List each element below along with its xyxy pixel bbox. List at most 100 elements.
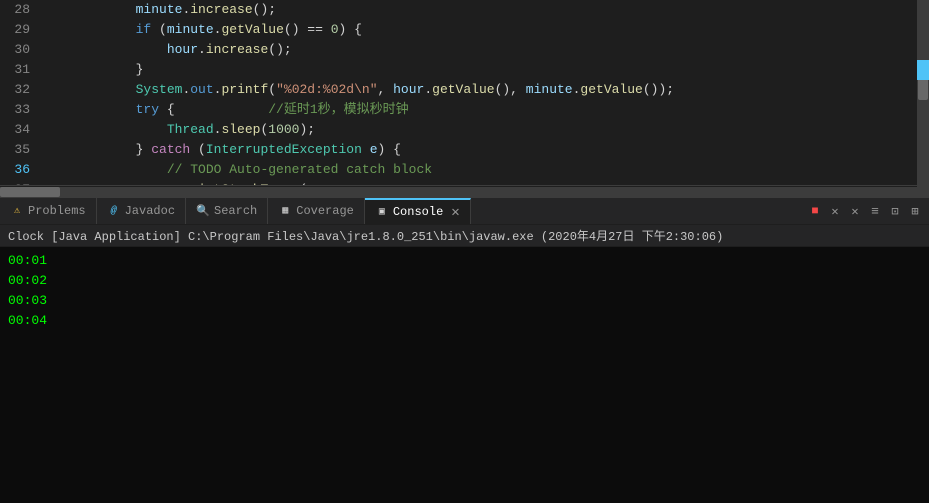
- code-token: catch: [151, 142, 190, 157]
- console-icon: ▣: [375, 205, 389, 219]
- code-token: out: [190, 82, 213, 97]
- line-numbers: 28 29 30 31 32 33 34 35 36 37: [0, 0, 38, 185]
- tab-search[interactable]: 🔍 Search: [186, 198, 268, 224]
- code-token: ,: [378, 82, 394, 97]
- code-token: (: [268, 82, 276, 97]
- console-output: 00:01 00:02 00:03 00:04: [0, 247, 929, 503]
- line-num-32: 32: [4, 80, 30, 100]
- code-token: Thread: [167, 122, 214, 137]
- code-token: ) {: [339, 22, 362, 37]
- console-line-2: 00:02: [8, 271, 921, 291]
- code-token: {: [159, 102, 268, 117]
- tab-coverage[interactable]: ▦ Coverage: [268, 198, 365, 224]
- code-token: 1000: [268, 122, 299, 137]
- line-num-34: 34: [4, 120, 30, 140]
- line-num-37: 37: [4, 180, 30, 185]
- code-token: (: [299, 182, 307, 185]
- code-hint-marker: [917, 60, 929, 80]
- code-token: [42, 42, 167, 57]
- line-num-36: 36: [4, 160, 30, 180]
- code-token: getValue: [432, 82, 494, 97]
- tab-console-close[interactable]: ✕: [451, 204, 459, 221]
- code-token: ();: [268, 42, 291, 57]
- code-token: e: [167, 182, 175, 185]
- code-token: try: [136, 102, 159, 117]
- remove-launch-button[interactable]: ✕: [827, 203, 843, 219]
- console-line-4: 00:04: [8, 311, 921, 331]
- scrollbar-corner: [917, 186, 929, 198]
- tab-search-label: Search: [214, 204, 257, 218]
- line-num-31: 31: [4, 60, 30, 80]
- code-token: [42, 22, 136, 37]
- tab-problems-label: Problems: [28, 204, 86, 218]
- code-token: //延时1秒，模拟秒时钟: [268, 102, 408, 117]
- tab-actions: ■ ✕ ✕ ≡ ⊡ ⊞: [801, 198, 929, 224]
- code-line-33: try { //延时1秒，模拟秒时钟: [42, 100, 913, 120]
- line-num-35: 35: [4, 140, 30, 160]
- pin-console-button[interactable]: ⊡: [887, 203, 903, 219]
- code-token: hour: [167, 42, 198, 57]
- scrollbar-track-h[interactable]: [0, 187, 917, 197]
- code-lines: minute.increase(); if (minute.getValue()…: [38, 0, 917, 185]
- tab-bar: ⚠ Problems @ Javadoc 🔍 Search ▦ Coverage…: [0, 197, 929, 225]
- code-line-28: minute.increase();: [42, 0, 913, 20]
- tab-console-label: Console: [393, 205, 443, 219]
- code-line-37: e.printStackTrace(: [42, 180, 913, 185]
- code-token: System: [136, 82, 183, 97]
- main-container: 28 29 30 31 32 33 34 35 36 37 minute.inc…: [0, 0, 929, 503]
- code-token: [42, 182, 167, 185]
- code-token: [362, 142, 370, 157]
- code-line-30: hour.increase();: [42, 40, 913, 60]
- tab-problems[interactable]: ⚠ Problems: [0, 198, 97, 224]
- clear-console-button[interactable]: ✕: [847, 203, 863, 219]
- code-token: ) {: [378, 142, 401, 157]
- code-line-34: Thread.sleep(1000);: [42, 120, 913, 140]
- tab-coverage-label: Coverage: [296, 204, 354, 218]
- line-num-33: 33: [4, 100, 30, 120]
- code-token: .: [424, 82, 432, 97]
- code-line-35: } catch (InterruptedException e) {: [42, 140, 913, 160]
- code-token: }: [42, 142, 151, 157]
- horizontal-scrollbar[interactable]: [0, 185, 929, 197]
- code-token: [42, 162, 167, 177]
- code-token: (: [151, 22, 167, 37]
- stop-button[interactable]: ■: [807, 203, 823, 219]
- code-token: ==: [307, 22, 323, 37]
- search-icon: 🔍: [196, 204, 210, 218]
- tab-javadoc[interactable]: @ Javadoc: [97, 198, 186, 224]
- line-num-30: 30: [4, 40, 30, 60]
- code-token: (: [190, 142, 206, 157]
- code-token: printf: [221, 82, 268, 97]
- view-menu-button[interactable]: ⊞: [907, 203, 923, 219]
- code-token: // TODO Auto-generated catch block: [167, 162, 432, 177]
- code-token: sleep: [221, 122, 260, 137]
- vertical-scrollbar[interactable]: [917, 0, 929, 185]
- scrollbar-thumb-h[interactable]: [0, 187, 60, 197]
- code-token: .: [198, 42, 206, 57]
- console-line-3: 00:03: [8, 291, 921, 311]
- code-token: 0: [331, 22, 339, 37]
- code-token: hour: [393, 82, 424, 97]
- tab-javadoc-label: Javadoc: [125, 204, 175, 218]
- code-editor: 28 29 30 31 32 33 34 35 36 37 minute.inc…: [0, 0, 929, 185]
- code-token: ());: [643, 82, 674, 97]
- line-num-28: 28: [4, 0, 30, 20]
- code-token: [323, 22, 331, 37]
- code-token: minute: [42, 2, 182, 17]
- code-token: [42, 82, 136, 97]
- code-token: [42, 122, 167, 137]
- code-token: getValue: [580, 82, 642, 97]
- scroll-lock-button[interactable]: ≡: [867, 203, 883, 219]
- bottom-panel: ⚠ Problems @ Javadoc 🔍 Search ▦ Coverage…: [0, 197, 929, 503]
- tab-console[interactable]: ▣ Console ✕: [365, 198, 471, 224]
- code-token: [42, 102, 136, 117]
- code-token: (),: [495, 82, 526, 97]
- code-line-32: System.out.printf("%02d:%02d\n", hour.ge…: [42, 80, 913, 100]
- coverage-icon: ▦: [278, 204, 292, 218]
- code-token: (): [284, 22, 307, 37]
- console-status-line: Clock [Java Application] C:\Program File…: [0, 225, 929, 247]
- code-token: e: [370, 142, 378, 157]
- code-line-29: if (minute.getValue() == 0) {: [42, 20, 913, 40]
- code-token: "%02d:%02d\n": [276, 82, 377, 97]
- code-token: InterruptedException: [206, 142, 362, 157]
